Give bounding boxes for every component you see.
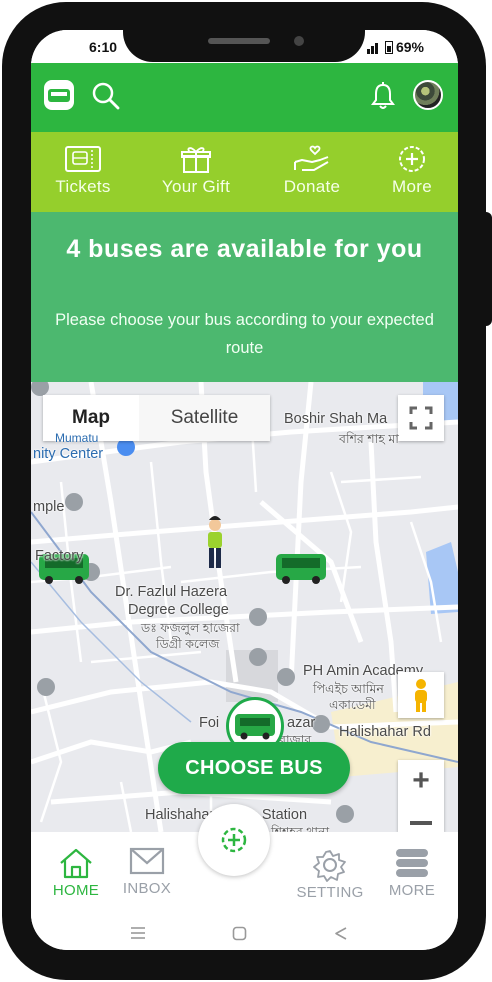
quick-menu: Tickets Your Gift Donate More bbox=[31, 132, 458, 212]
mail-icon bbox=[129, 847, 165, 875]
map-label: Boshir Shah Ma bbox=[284, 411, 388, 427]
bell-icon[interactable] bbox=[368, 81, 398, 111]
quick-menu-donate[interactable]: Donate bbox=[266, 144, 358, 204]
user-avatar[interactable] bbox=[413, 80, 443, 110]
map-label: Factory bbox=[35, 548, 84, 564]
app-screen: 6:10 69% Tickets Your Gift Donate More 4… bbox=[31, 30, 458, 950]
gear-icon bbox=[313, 850, 346, 882]
zoom-out-icon[interactable] bbox=[410, 820, 432, 826]
bus-map[interactable]: Map Satellite Boshir Shah Ma বশির শাহ মা… bbox=[31, 382, 458, 832]
system-navigation-bar bbox=[31, 918, 458, 950]
nav-label: SETTING bbox=[296, 884, 364, 901]
search-icon[interactable] bbox=[91, 81, 121, 111]
zoom-controls: + bbox=[398, 760, 444, 832]
map-type-satellite-button[interactable]: Satellite bbox=[139, 395, 270, 441]
nav-home[interactable]: HOME bbox=[39, 846, 113, 899]
home-icon bbox=[60, 848, 92, 879]
map-label: Dr. Fazlul Hazera bbox=[115, 584, 228, 600]
bus-marker-icon bbox=[276, 554, 326, 584]
add-circle-icon bbox=[221, 827, 247, 853]
street-view-button[interactable] bbox=[398, 672, 444, 718]
banner-subtitle: Please choose your bus according to your… bbox=[55, 311, 434, 357]
zoom-in-button[interactable]: + bbox=[398, 764, 444, 798]
quick-menu-label: Tickets bbox=[55, 177, 111, 196]
map-label: Foi bbox=[199, 715, 220, 731]
availability-banner: 4 buses are available for you Please cho… bbox=[31, 212, 458, 382]
battery-percent: 69% bbox=[395, 39, 424, 55]
quick-menu-label: More bbox=[392, 177, 432, 196]
quick-menu-gift[interactable]: Your Gift bbox=[150, 144, 242, 204]
map-label: বশির শাহ মা bbox=[339, 432, 399, 446]
app-header bbox=[31, 63, 458, 132]
nav-inbox[interactable]: INBOX bbox=[110, 844, 184, 897]
center-action-button[interactable] bbox=[198, 804, 270, 876]
fullscreen-button[interactable] bbox=[398, 395, 444, 441]
pegman-icon bbox=[415, 679, 427, 712]
gift-icon bbox=[181, 147, 211, 173]
signal-icon bbox=[366, 43, 378, 54]
donate-hand-icon bbox=[294, 145, 329, 171]
nav-setting[interactable]: SETTING bbox=[293, 848, 367, 901]
nav-label: INBOX bbox=[122, 880, 172, 897]
map-label: Halishahar Rd bbox=[339, 724, 431, 740]
battery-icon bbox=[384, 41, 393, 54]
map-label: শিশহর থানা bbox=[271, 825, 330, 832]
menu-stack-icon bbox=[396, 849, 428, 877]
person-marker-icon bbox=[208, 516, 222, 568]
quick-menu-label: Your Gift bbox=[161, 177, 231, 196]
map-label: mple bbox=[33, 499, 65, 515]
app-logo[interactable] bbox=[44, 80, 74, 110]
nav-label: HOME bbox=[52, 882, 100, 899]
phone-side-button bbox=[484, 212, 492, 326]
status-time: 6:10 bbox=[89, 39, 118, 55]
map-label: ডিগ্রী কলেজ bbox=[156, 637, 220, 651]
quick-menu-label: Donate bbox=[283, 177, 341, 196]
home-button-icon[interactable] bbox=[232, 926, 247, 941]
map-label: Degree College bbox=[128, 602, 229, 618]
map-label: azar bbox=[287, 715, 316, 731]
nav-label: MORE bbox=[388, 882, 436, 899]
quick-menu-tickets[interactable]: Tickets bbox=[37, 144, 129, 204]
camera-notch bbox=[123, 30, 365, 62]
plus-circle-icon bbox=[399, 146, 425, 172]
fullscreen-icon bbox=[409, 406, 433, 430]
map-label: Mumatu bbox=[55, 431, 99, 445]
map-label: nity Center bbox=[33, 446, 104, 462]
status-indicators: 69% bbox=[366, 39, 424, 55]
recent-apps-icon[interactable] bbox=[130, 926, 146, 940]
nav-more[interactable]: MORE bbox=[375, 846, 449, 899]
quick-menu-more[interactable]: More bbox=[366, 144, 458, 204]
ticket-icon bbox=[65, 146, 101, 172]
bottom-navigation: HOME INBOX SETTING MORE bbox=[31, 804, 458, 918]
banner-title: 4 buses are available for you bbox=[66, 235, 423, 263]
map-label: একাডেমী bbox=[329, 698, 376, 712]
choose-bus-button[interactable]: CHOOSE BUS bbox=[158, 742, 350, 794]
back-icon[interactable] bbox=[333, 926, 348, 941]
